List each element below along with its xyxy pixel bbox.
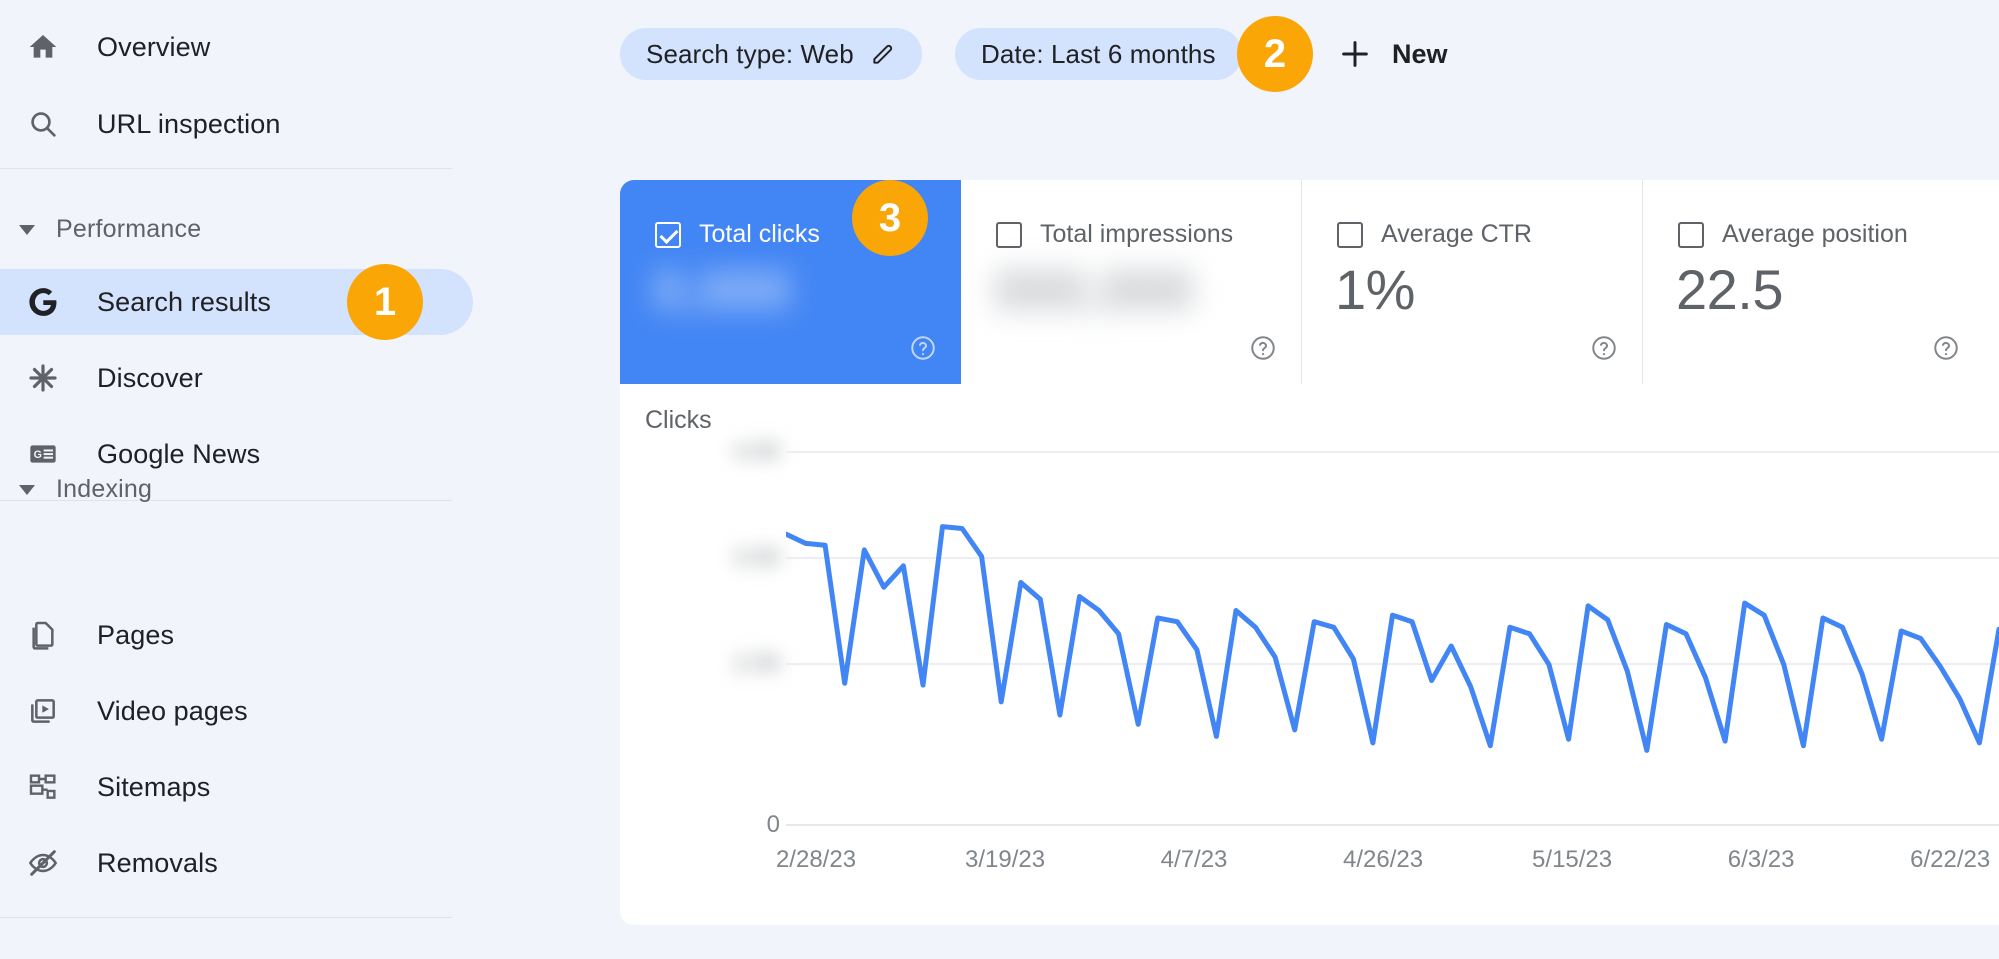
x-tick-label: 2/28/23	[776, 846, 856, 874]
google-g-icon	[22, 281, 64, 323]
help-icon[interactable]	[909, 334, 937, 362]
sidebar-item-label: Overview	[97, 32, 210, 63]
metric-head: Total impressions	[996, 220, 1233, 249]
add-new-filter-button[interactable]: New	[1338, 28, 1448, 80]
metric-value: 22.5	[1676, 258, 1783, 322]
sitemaps-icon	[22, 766, 64, 808]
metric-checkbox[interactable]	[996, 222, 1022, 248]
sidebar-item-pages[interactable]: Pages	[0, 602, 473, 668]
callout-badge-1: 1	[347, 264, 423, 340]
y-tick-label: 0	[694, 811, 780, 839]
metric-head: Average CTR	[1337, 220, 1532, 249]
callout-badge-2: 2	[1237, 16, 1313, 92]
sidebar-item-sitemaps[interactable]: Sitemaps	[0, 754, 473, 820]
chart-gridlines	[786, 452, 1999, 825]
metric-label: Total impressions	[1040, 220, 1233, 249]
callout-badge-label: 1	[374, 280, 396, 325]
sidebar-item-discover[interactable]: Discover	[0, 345, 473, 411]
video-pages-icon	[22, 690, 64, 732]
home-icon	[22, 26, 64, 68]
date-range-chip[interactable]: Date: Last 6 months	[955, 28, 1242, 80]
y-tick-label: 2.00	[694, 650, 780, 678]
metric-card-average-position[interactable]: Average position 22.5	[1643, 180, 1984, 384]
metric-checkbox[interactable]	[1678, 222, 1704, 248]
metric-card-average-ctr[interactable]: Average CTR 1%	[1302, 180, 1643, 384]
x-tick-label: 3/19/23	[965, 846, 1045, 874]
svg-text:G: G	[34, 449, 42, 461]
callout-badge-label: 3	[879, 196, 901, 241]
help-icon[interactable]	[1249, 334, 1277, 362]
metric-cards-row: Total clicks 8,888 Total impressions 888…	[620, 180, 1999, 384]
x-tick-label: 4/7/23	[1161, 846, 1228, 874]
sidebar-item-label: Video pages	[97, 696, 248, 727]
chevron-down-icon	[14, 216, 40, 242]
date-range-chip-label: Date: Last 6 months	[981, 39, 1216, 70]
metric-value: 1%	[1335, 258, 1415, 322]
sidebar: Overview URL inspection Performance Sear…	[0, 0, 600, 959]
metric-label: Total clicks	[699, 220, 820, 249]
metric-value: 888,888	[994, 258, 1193, 322]
clicks-chart: Clicks 4.00 3.00 2.00 0 2/28/233/19/234/…	[620, 384, 1999, 925]
pages-icon	[22, 614, 64, 656]
sidebar-item-label: Pages	[97, 620, 174, 651]
chart-y-axis: 4.00 3.00 2.00 0	[620, 384, 780, 925]
sidebar-item-label: Search results	[97, 287, 271, 318]
metric-card-total-impressions[interactable]: Total impressions 888,888	[961, 180, 1302, 384]
metric-checkbox[interactable]	[655, 222, 681, 248]
plus-icon	[1338, 37, 1372, 71]
sidebar-item-url-inspection[interactable]: URL inspection	[0, 91, 473, 157]
sidebar-item-removals[interactable]: Removals	[0, 830, 473, 896]
metric-value: 8,888	[653, 258, 791, 322]
sidebar-item-label: Discover	[97, 363, 203, 394]
sidebar-section-label: Indexing	[56, 475, 152, 504]
chevron-down-icon	[14, 476, 40, 502]
search-console-performance-screen: Overview URL inspection Performance Sear…	[0, 0, 1999, 959]
metric-head: Total clicks	[655, 220, 820, 249]
x-tick-label: 5/15/23	[1532, 846, 1612, 874]
y-tick-label: 4.00	[694, 438, 780, 466]
eye-off-icon	[22, 842, 64, 884]
sidebar-divider-3	[0, 917, 452, 918]
sidebar-item-video-pages[interactable]: Video pages	[0, 678, 473, 744]
sidebar-item-label: URL inspection	[97, 109, 281, 140]
sidebar-item-label: Removals	[97, 848, 218, 879]
sidebar-section-label: Performance	[56, 215, 201, 244]
metric-label: Average position	[1722, 220, 1908, 249]
y-tick-label: 3.00	[694, 544, 780, 572]
x-tick-label: 4/26/23	[1343, 846, 1423, 874]
pencil-icon[interactable]	[870, 41, 896, 67]
asterisk-icon	[22, 357, 64, 399]
sidebar-divider-1	[0, 168, 452, 169]
search-type-chip[interactable]: Search type: Web	[620, 28, 922, 80]
callout-badge-label: 2	[1264, 32, 1286, 77]
search-icon	[22, 103, 64, 145]
chart-plot-area	[786, 384, 1999, 925]
performance-panel: Total clicks 8,888 Total impressions 888…	[620, 180, 1999, 925]
help-icon[interactable]	[1590, 334, 1618, 362]
sidebar-section-performance[interactable]: Performance	[0, 204, 201, 254]
chart-line-series	[786, 527, 1999, 751]
callout-badge-3: 3	[852, 180, 928, 256]
metric-checkbox[interactable]	[1337, 222, 1363, 248]
sidebar-item-label: Sitemaps	[97, 772, 210, 803]
metric-head: Average position	[1678, 220, 1908, 249]
search-type-chip-label: Search type: Web	[646, 39, 854, 70]
x-tick-label: 6/22/23	[1910, 846, 1990, 874]
add-new-filter-label: New	[1392, 39, 1448, 70]
help-icon[interactable]	[1932, 334, 1960, 362]
metric-label: Average CTR	[1381, 220, 1532, 249]
sidebar-item-overview[interactable]: Overview	[0, 14, 473, 80]
x-tick-label: 6/3/23	[1728, 846, 1795, 874]
sidebar-section-indexing[interactable]: Indexing	[0, 464, 152, 514]
